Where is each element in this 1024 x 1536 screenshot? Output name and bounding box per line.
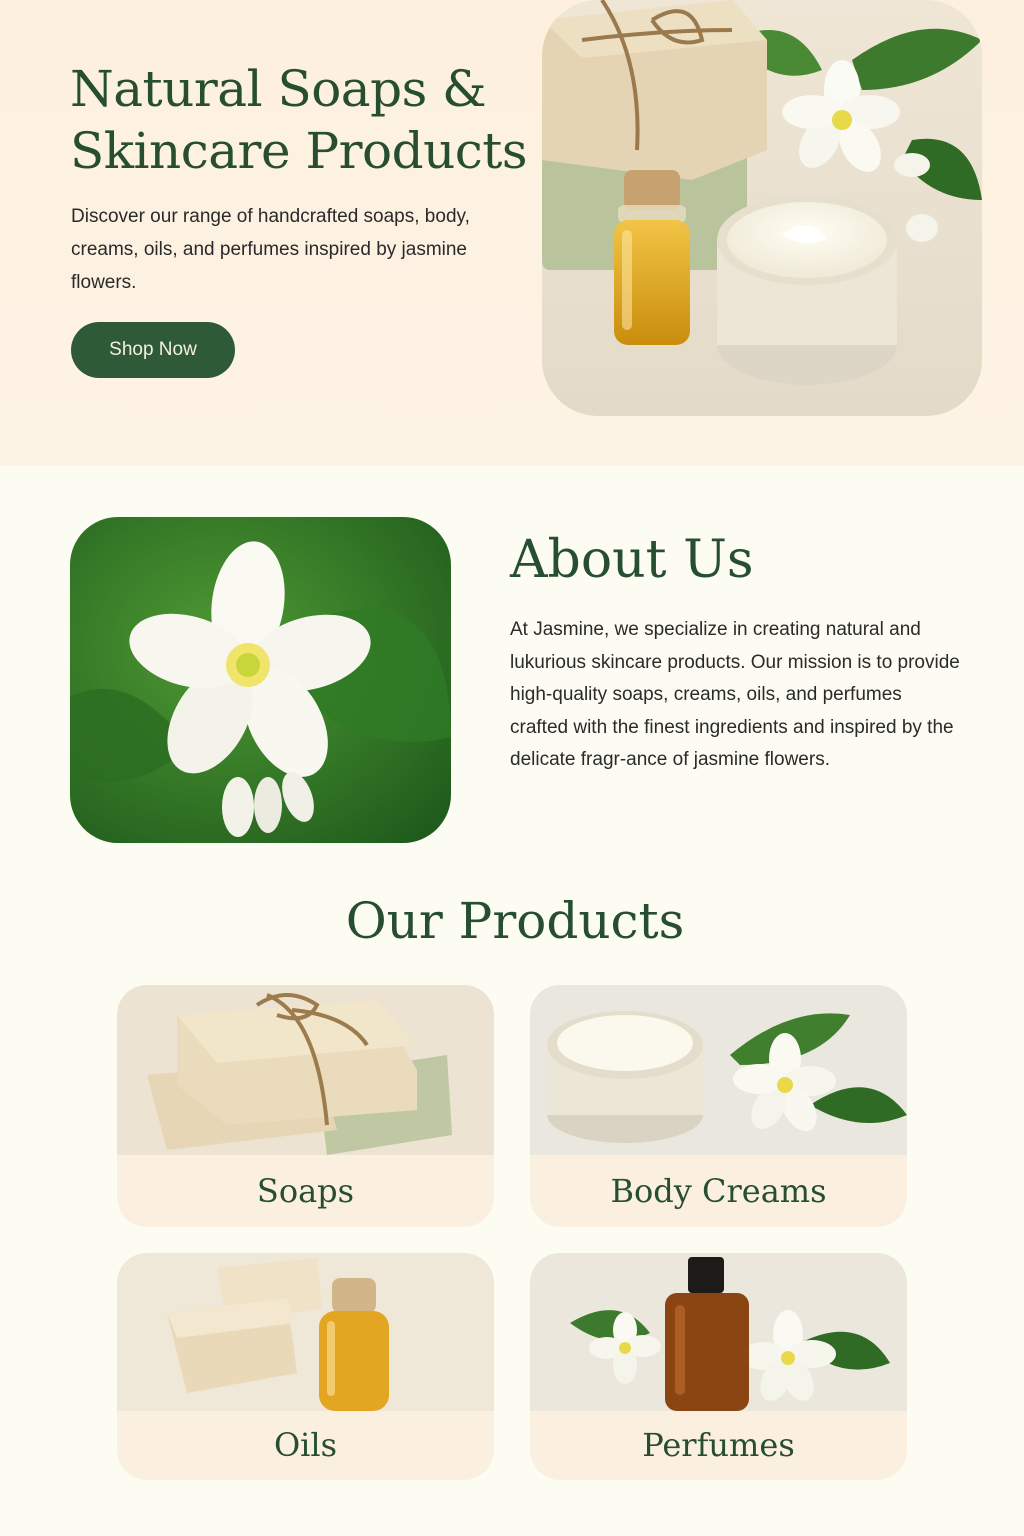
about-text: At Jasmine, we specialize in creating na… [510, 619, 960, 770]
perfumes-label: Perfumes [642, 1426, 795, 1464]
oils-image [117, 1253, 494, 1411]
hero-product-image [542, 0, 982, 416]
shop-now-button[interactable]: Shop Now [71, 322, 235, 378]
product-card-perfumes[interactable]: Perfumes [530, 1253, 907, 1480]
product-card-body-creams[interactable]: Body Creams [530, 985, 907, 1227]
products-title: Our Products [345, 892, 685, 950]
body-creams-label: Body Creams [610, 1172, 827, 1210]
oils-label: Oils [273, 1426, 338, 1464]
soaps-label: Soaps [256, 1172, 355, 1210]
hero-section: Natural Soaps & Skincare Products Discov… [0, 0, 1024, 466]
soaps-image [117, 985, 494, 1155]
body-creams-image [530, 985, 907, 1155]
product-card-soaps[interactable]: Soaps [117, 985, 494, 1227]
hero-description: Discover our range of handcrafted soaps,… [71, 206, 470, 293]
hero-title: Natural Soaps & Skincare Products [70, 60, 528, 180]
jasmine-flower-image [70, 517, 451, 843]
about-title: About Us [510, 530, 754, 590]
product-card-oils[interactable]: Oils [117, 1253, 494, 1480]
perfumes-image [530, 1253, 907, 1411]
